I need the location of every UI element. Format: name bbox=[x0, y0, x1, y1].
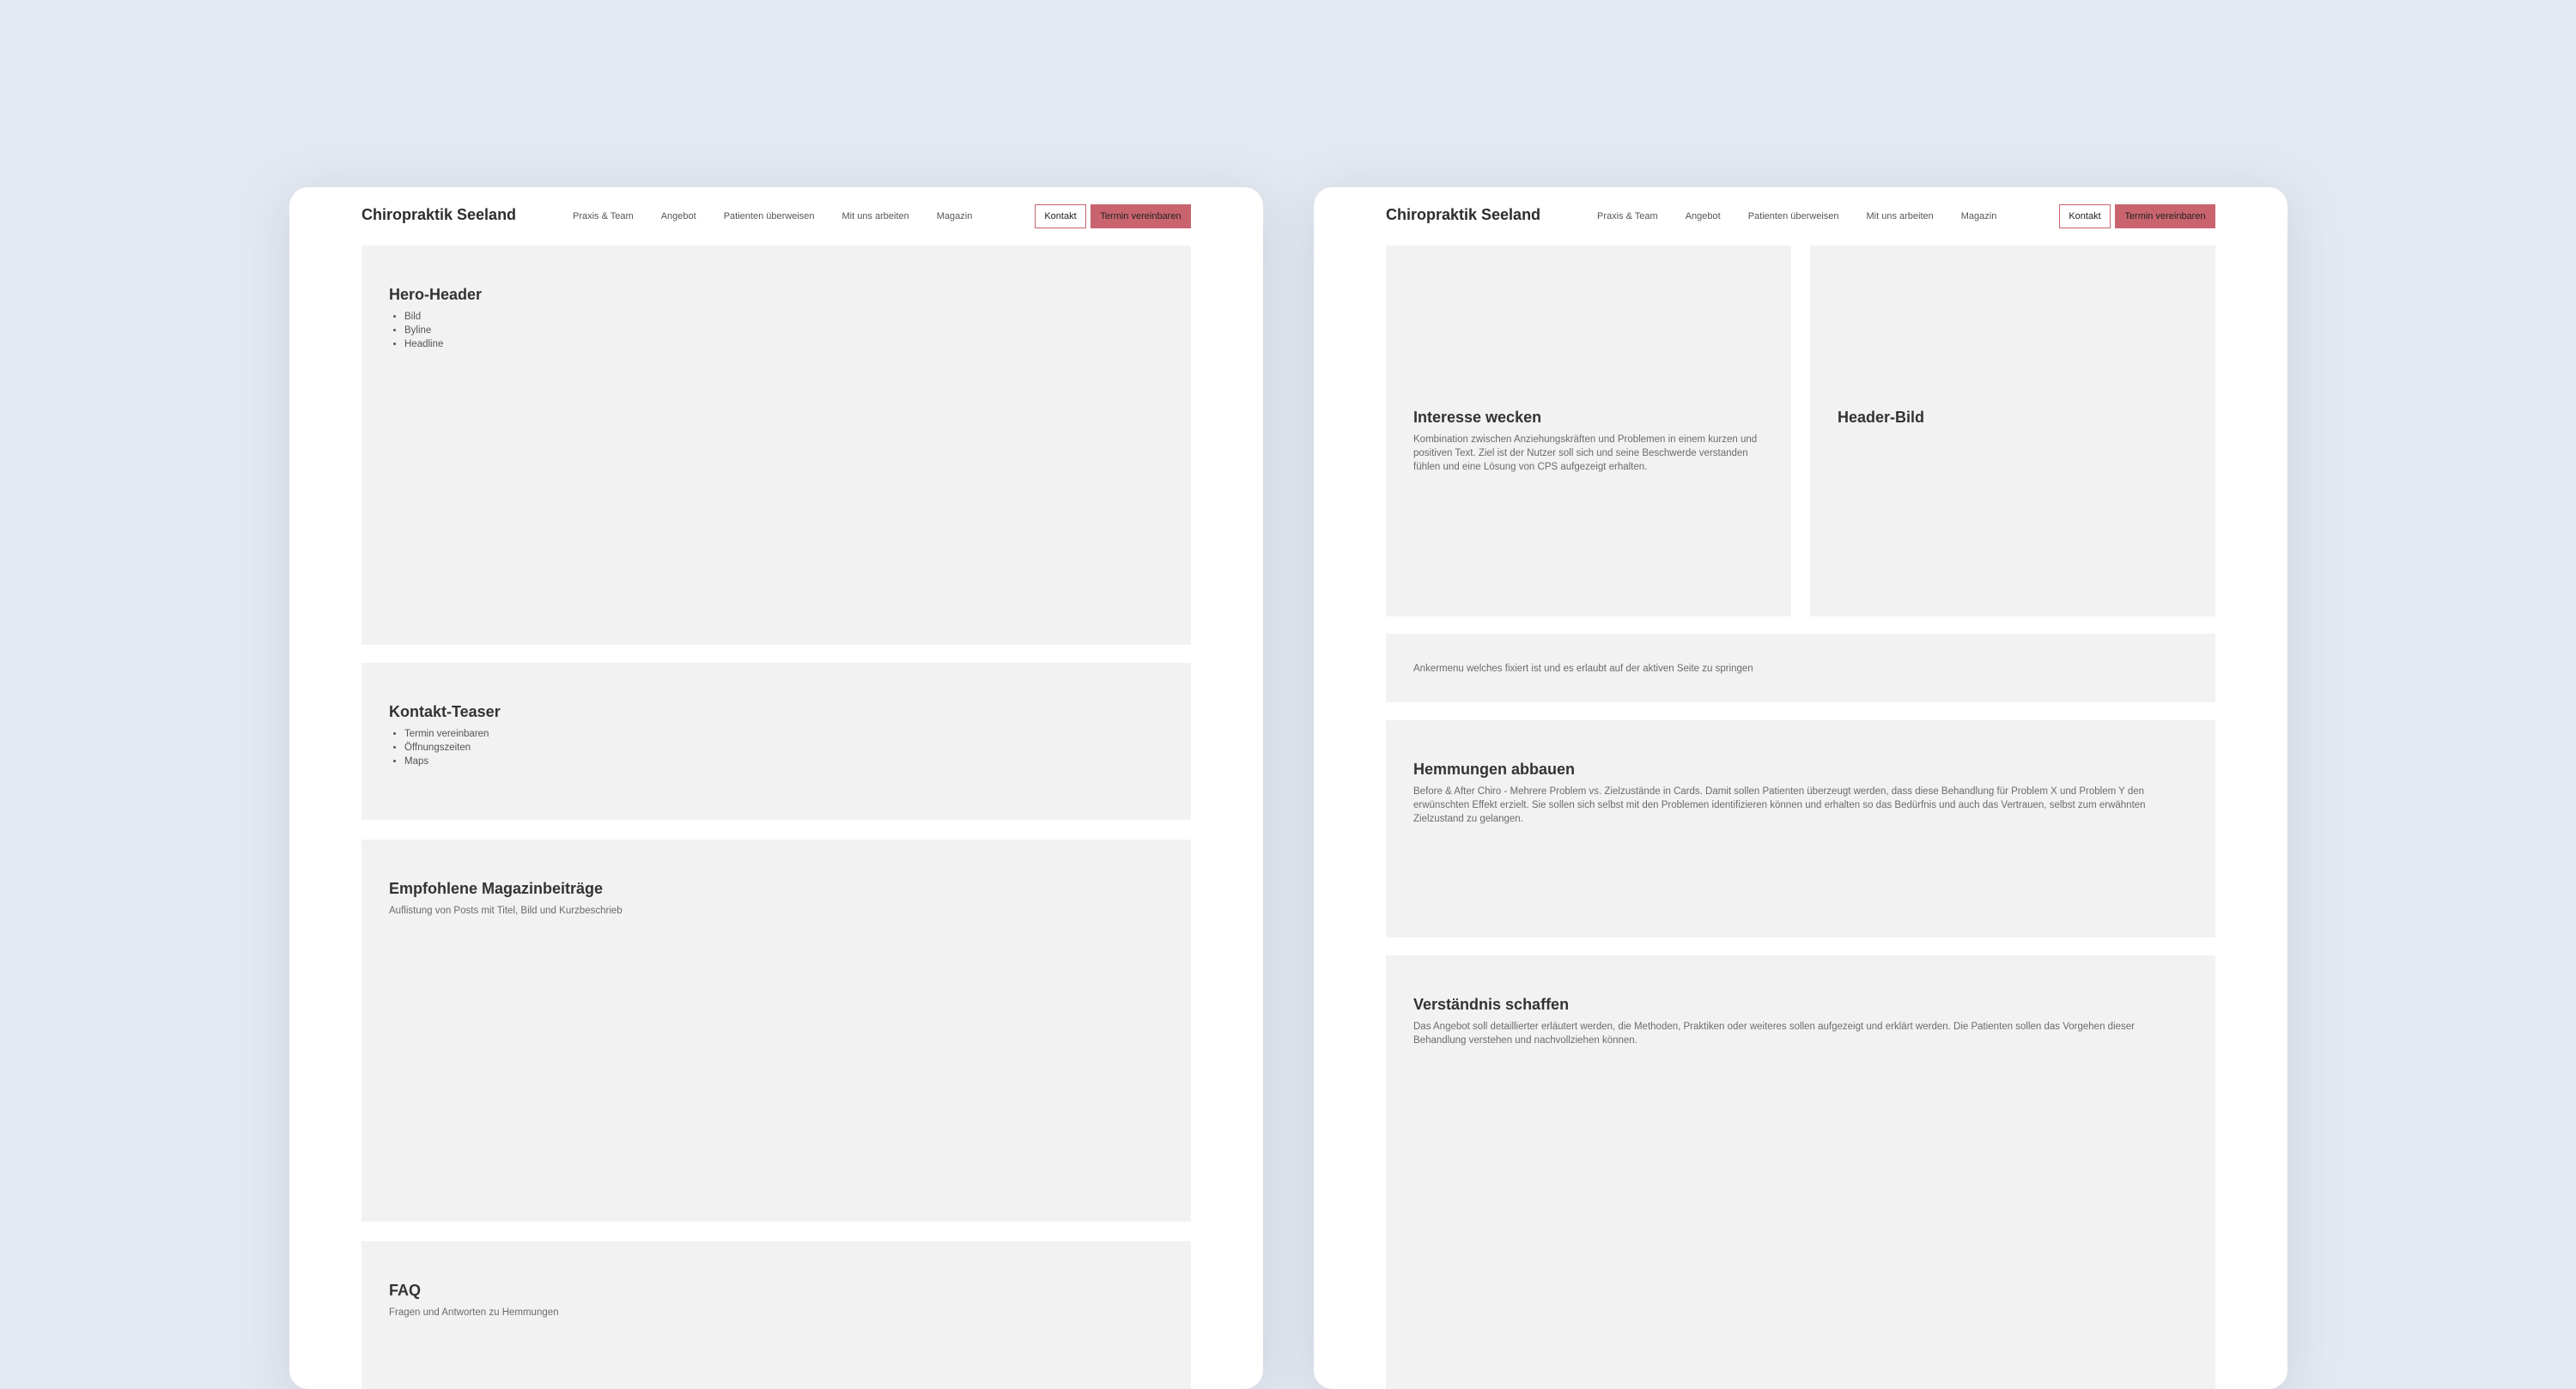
nav-link-patienten-ueberweisen[interactable]: Patienten überweisen bbox=[1748, 211, 1839, 221]
kontakt-teaser-title: Kontakt-Teaser bbox=[389, 703, 501, 720]
interesse-wecken-text: Kombination zwischen Anziehungskräften u… bbox=[1413, 434, 1758, 472]
ankermenu-text: Ankermenu welches fixiert ist und es erl… bbox=[1413, 664, 1753, 674]
kontakt-teaser-block: Kontakt-Teaser Termin vereinbaren Öffnun… bbox=[361, 663, 1191, 820]
hero-header-list: Bild Byline Headline bbox=[389, 310, 443, 351]
hero-header-title: Hero-Header bbox=[389, 286, 483, 303]
faq-text: Fragen und Antworten zu Hemmungen bbox=[389, 1307, 559, 1318]
header-bild-title: Header-Bild bbox=[1838, 409, 1925, 426]
faq-block: FAQ Fragen und Antworten zu Hemmungen bbox=[361, 1241, 1191, 1389]
nav-link-patienten-ueberweisen[interactable]: Patienten überweisen bbox=[724, 211, 815, 221]
list-item: Termin vereinbaren bbox=[404, 727, 489, 741]
list-item: Maps bbox=[404, 755, 489, 768]
list-item: Bild bbox=[404, 310, 443, 324]
magazinbeitraege-title: Empfohlene Magazinbeiträge bbox=[389, 880, 604, 897]
magazinbeitraege-text: Auflistung von Posts mit Titel, Bild und… bbox=[389, 906, 623, 916]
brand-logo[interactable]: Chiropraktik Seeland bbox=[361, 206, 516, 224]
hemmungen-abbauen-block: Hemmungen abbauen Before & After Chiro -… bbox=[1386, 720, 2215, 937]
termin-vereinbaren-button[interactable]: Termin vereinbaren bbox=[1091, 204, 1191, 228]
nav-link-praxis-team[interactable]: Praxis & Team bbox=[1597, 211, 1658, 221]
list-item: Headline bbox=[404, 337, 443, 351]
ankermenu-block: Ankermenu welches fixiert ist und es erl… bbox=[1386, 634, 2215, 702]
hero-header-block: Hero-Header Bild Byline Headline bbox=[361, 246, 1191, 645]
kontakt-button[interactable]: Kontakt bbox=[2059, 204, 2111, 228]
magazinbeitraege-block: Empfohlene Magazinbeiträge Auflistung vo… bbox=[361, 840, 1191, 1222]
page-mockup-angebot: Chiropraktik Seeland Praxis & Team Angeb… bbox=[1314, 187, 2287, 1389]
top-navigation: Chiropraktik Seeland Praxis & Team Angeb… bbox=[361, 204, 1191, 228]
termin-vereinbaren-button[interactable]: Termin vereinbaren bbox=[2115, 204, 2215, 228]
header-bild-block: Header-Bild bbox=[1810, 246, 2215, 616]
interesse-wecken-block: Interesse wecken Kombination zwischen An… bbox=[1386, 246, 1791, 616]
nav-link-magazin[interactable]: Magazin bbox=[1961, 211, 1997, 221]
nav-links: Praxis & Team Angebot Patienten überweis… bbox=[1597, 211, 1996, 221]
nav-links: Praxis & Team Angebot Patienten überweis… bbox=[573, 211, 972, 221]
hemmungen-abbauen-title: Hemmungen abbauen bbox=[1413, 761, 1576, 778]
hemmungen-abbauen-text: Before & After Chiro - Mehrere Problem v… bbox=[1413, 786, 2146, 824]
nav-link-angebot[interactable]: Angebot bbox=[661, 211, 696, 221]
verstaendnis-schaffen-title: Verständnis schaffen bbox=[1413, 996, 1570, 1013]
brand-logo[interactable]: Chiropraktik Seeland bbox=[1386, 206, 1540, 224]
kontakt-teaser-list: Termin vereinbaren Öffnungszeiten Maps bbox=[389, 727, 489, 768]
nav-link-praxis-team[interactable]: Praxis & Team bbox=[573, 211, 634, 221]
top-navigation: Chiropraktik Seeland Praxis & Team Angeb… bbox=[1386, 204, 2215, 228]
list-item: Byline bbox=[404, 324, 443, 337]
nav-link-magazin[interactable]: Magazin bbox=[937, 211, 973, 221]
page-mockup-home: Chiropraktik Seeland Praxis & Team Angeb… bbox=[289, 187, 1263, 1389]
nav-link-mit-uns-arbeiten[interactable]: Mit uns arbeiten bbox=[842, 211, 909, 221]
faq-title: FAQ bbox=[389, 1282, 422, 1299]
verstaendnis-schaffen-block: Verständnis schaffen Das Angebot soll de… bbox=[1386, 955, 2215, 1389]
list-item: Öffnungszeiten bbox=[404, 741, 489, 755]
interesse-wecken-title: Interesse wecken bbox=[1413, 409, 1542, 426]
nav-link-angebot[interactable]: Angebot bbox=[1686, 211, 1721, 221]
verstaendnis-schaffen-text: Das Angebot soll detaillierter erläutert… bbox=[1413, 1022, 2135, 1046]
kontakt-button[interactable]: Kontakt bbox=[1035, 204, 1086, 228]
nav-link-mit-uns-arbeiten[interactable]: Mit uns arbeiten bbox=[1867, 211, 1934, 221]
